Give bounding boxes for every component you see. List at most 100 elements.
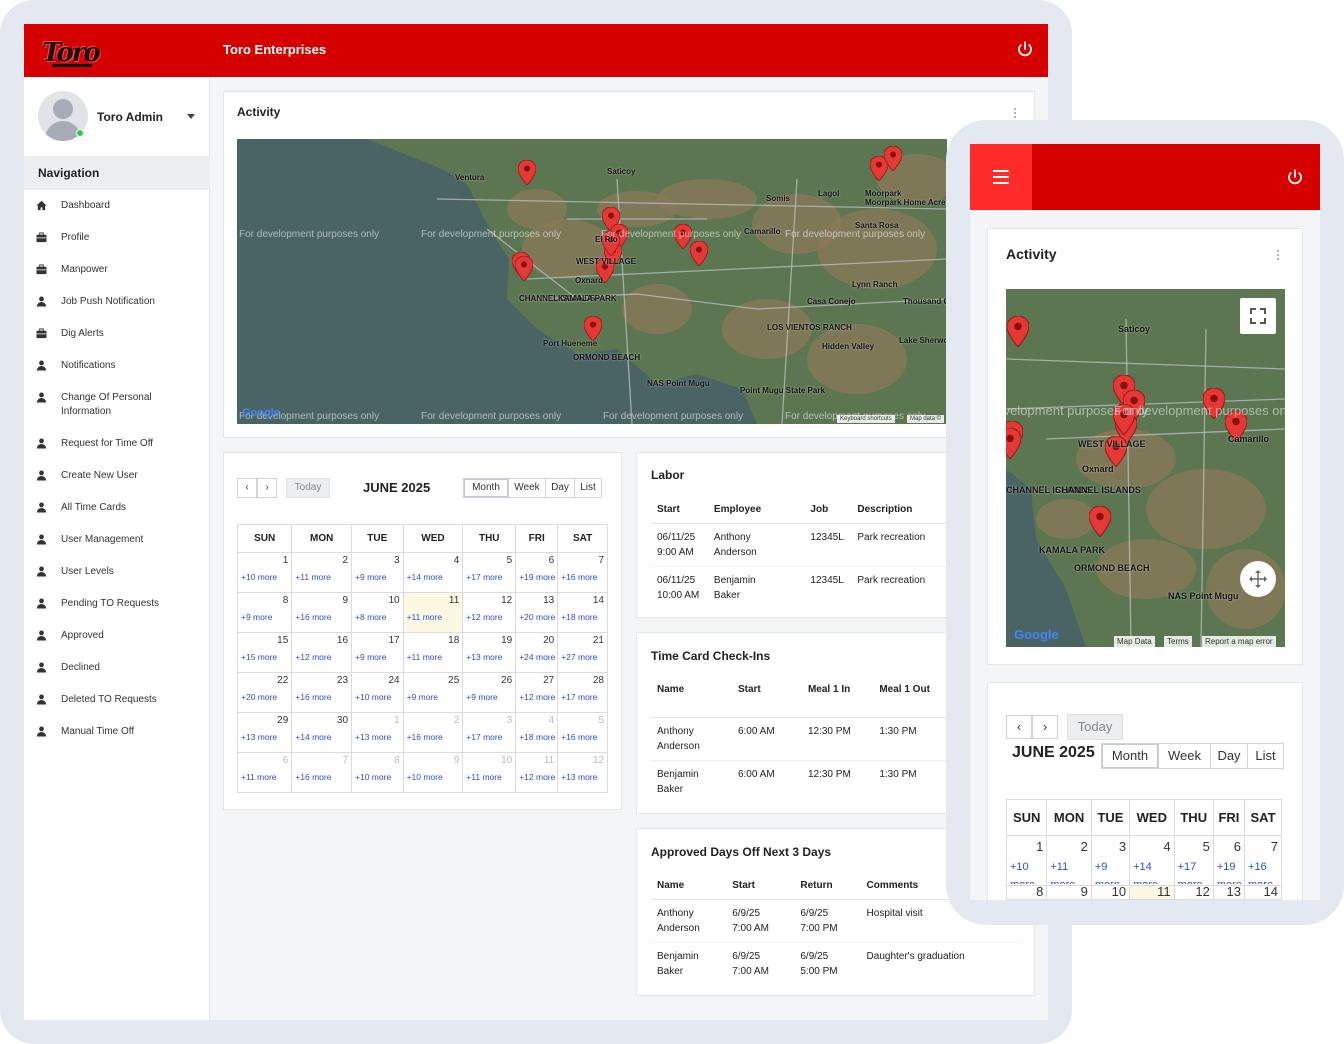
map-marker-icon[interactable] [884,145,902,171]
user-profile[interactable]: Toro Admin [24,77,210,155]
day-cell[interactable]: 15 +15 more [236,632,293,673]
sidebar-item-all-time-cards[interactable]: All Time Cards [24,492,210,524]
more-events-link[interactable]: +12 more [519,772,555,782]
power-icon[interactable] [1286,168,1304,186]
day-cell[interactable]: 12 [1173,885,1214,900]
prev-month-button[interactable]: ‹ [1006,715,1032,739]
day-cell[interactable]: 23 +16 more [291,672,353,713]
map-marker-icon[interactable] [1006,428,1021,459]
view-day-button[interactable]: Day [1210,743,1248,769]
view-month-button[interactable]: Month [463,478,509,498]
view-day-button[interactable]: Day [545,478,575,498]
day-cell[interactable]: 16 +12 more [291,632,353,673]
more-events-link[interactable]: +10 more [241,572,277,582]
day-cell[interactable]: 25 +9 more [402,672,464,713]
map-marker-icon[interactable] [1007,316,1029,347]
more-events-link[interactable]: +8 more [355,612,386,622]
more-events-link[interactable]: +16 more [295,612,331,622]
day-cell[interactable]: 10 +8 more [351,592,404,633]
day-cell[interactable]: 6 +19 more [515,552,559,593]
day-cell[interactable]: 30 +14 more [291,712,353,753]
next-month-button[interactable]: › [257,478,277,498]
more-events-link[interactable]: +9 more [355,572,386,582]
day-cell[interactable]: 9 +16 more [291,592,353,633]
day-cell[interactable]: 11 +12 more [515,752,559,793]
day-cell[interactable]: 4+14 more [1129,835,1175,886]
more-events-link[interactable]: +13 more [355,732,391,742]
day-cell[interactable]: 6 +19 more [1212,835,1246,886]
day-cell[interactable]: 9 [1046,885,1092,900]
sidebar-item-job-push-notification[interactable]: Job Push Notification [24,286,210,318]
more-events-link[interactable]: +18 more [519,732,555,742]
sidebar-item-manpower[interactable]: Manpower [24,254,210,286]
more-events-link[interactable]: +11 more [241,772,277,782]
more-events-link[interactable]: +16 more [295,692,331,702]
day-cell[interactable]: 7+16 more [557,552,608,593]
more-events-link[interactable]: +16 more [561,572,597,582]
more-events-link[interactable]: +11 more [295,572,331,582]
day-cell[interactable]: 3 +9 more [1090,835,1131,886]
map-pan-button[interactable] [1240,561,1276,597]
day-cell[interactable]: 17 +9 more [351,632,404,673]
sidebar-item-request-for-time-off[interactable]: Request for Time Off [24,428,210,460]
more-events-link[interactable]: +9 more [407,692,438,702]
day-cell[interactable]: 2 +16 more [402,712,464,753]
day-cell[interactable]: 6 +11 more [236,752,293,793]
day-cell[interactable]: 13 +20 more [515,592,559,633]
day-cell[interactable]: 7+16 more [291,752,353,793]
day-cell[interactable]: 3 +9 more [351,552,404,593]
sidebar-item-declined[interactable]: Declined [24,652,210,684]
more-events-link[interactable]: +17 more [466,572,502,582]
day-cell[interactable]: 1 +13 more [351,712,404,753]
power-icon[interactable] [1016,40,1034,58]
day-cell[interactable]: 1 +10 more [1005,835,1048,886]
hamburger-menu-icon[interactable] [970,144,1032,210]
day-cell[interactable]: 5 +16 more [557,712,608,753]
map-marker-icon[interactable] [690,240,708,266]
day-cell[interactable]: 18 +11 more [402,632,464,673]
more-events-link[interactable]: +11 more [407,612,443,622]
more-events-link[interactable]: +13 more [561,772,597,782]
more-events-link[interactable]: +11 more [407,652,443,662]
sidebar-item-create-new-user[interactable]: Create New User [24,460,210,492]
day-cell[interactable]: 12 +13 more [557,752,608,793]
more-events-link[interactable]: +17 more [561,692,597,702]
today-button[interactable]: Today [1067,714,1123,740]
more-events-link[interactable]: +16 more [407,732,443,742]
more-events-link[interactable]: +13 more [241,732,277,742]
day-cell[interactable]: 4+14 more [402,552,464,593]
day-cell[interactable]: 14 [1244,885,1282,900]
day-cell[interactable]: 13 [1212,885,1246,900]
more-events-link[interactable]: +12 more [466,612,502,622]
phone-activity-map[interactable]: For development purposes onlyFor develop… [1006,289,1285,647]
view-week-button[interactable]: Week [508,478,546,498]
day-cell[interactable]: 5 +17 more [462,552,517,593]
day-cell[interactable]: 19 +13 more [462,632,517,673]
map-marker-icon[interactable] [515,255,533,281]
day-cell[interactable]: 10 +11 more [462,752,517,793]
sidebar-item-profile[interactable]: Profile [24,222,210,254]
more-events-link[interactable]: +16 more [561,732,597,742]
more-events-link[interactable]: +20 more [519,612,555,622]
more-events-link[interactable]: +10 more [407,772,443,782]
day-cell[interactable]: 22 +20 more [236,672,293,713]
view-month-button[interactable]: Month [1101,743,1159,769]
day-cell[interactable]: 11 [1129,885,1175,900]
more-events-link[interactable]: +9 more [466,692,497,702]
table-row[interactable]: 06/11/25 10:00 AM Benjamin Baker 12345L Par… [651,567,951,610]
day-cell[interactable]: 5 +17 more [1173,835,1214,886]
more-events-link[interactable]: +14 more [295,732,331,742]
map-marker-icon[interactable] [518,159,536,185]
view-list-button[interactable]: List [574,478,602,498]
sidebar-item-notifications[interactable]: Notifications [24,350,210,382]
day-cell[interactable]: 20 +24 more [515,632,559,673]
more-events-link[interactable]: +11 more [466,772,502,782]
more-events-link[interactable]: +9 more [241,612,272,622]
map-marker-icon[interactable] [1089,506,1111,537]
sidebar-item-approved[interactable]: Approved [24,620,210,652]
more-events-link[interactable]: +14 more [407,572,443,582]
more-events-link[interactable]: +10 more [355,692,391,702]
more-events-link[interactable]: +15 more [241,652,277,662]
fullscreen-button[interactable] [1240,298,1276,334]
more-events-link[interactable]: +9 more [1095,858,1123,884]
